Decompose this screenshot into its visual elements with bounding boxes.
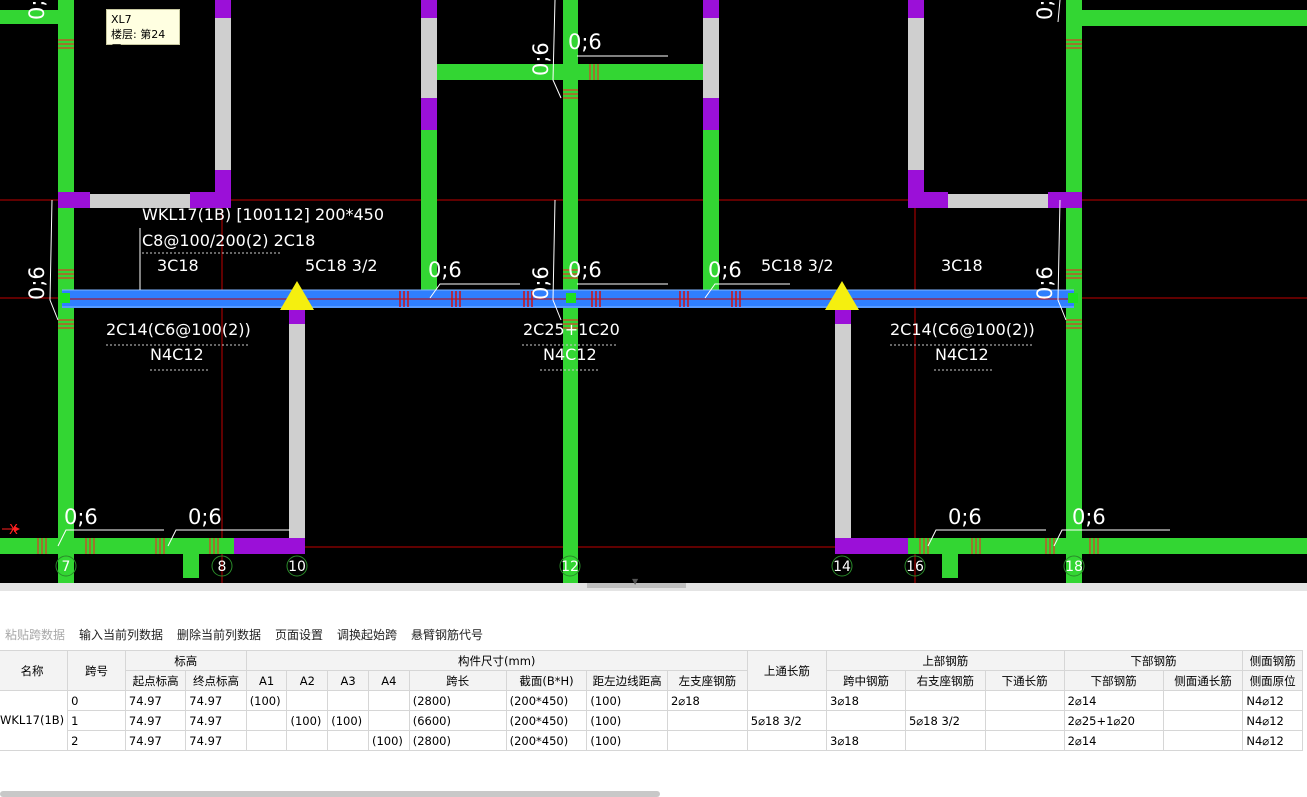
top-mid-right-rebar: 5C18 3/2 xyxy=(761,256,834,275)
col-bottom-group-header: 下部钢筋 xyxy=(1063,650,1244,671)
svg-text:0;6: 0;6 xyxy=(529,266,553,300)
col-bottom-long: 下通长筋 xyxy=(984,670,1065,691)
col-mid-span: 跨中钢筋 xyxy=(826,670,906,691)
col-left-support: 左支座钢筋 xyxy=(666,670,748,691)
top-mid-left-rebar: 5C18 3/2 xyxy=(305,256,378,275)
col-a3: A3 xyxy=(327,670,369,691)
svg-text:0;6: 0;6 xyxy=(1072,505,1106,529)
bottom-left-rebar: 2C14(C6@100(2)) xyxy=(106,320,251,339)
col-side-group-header: 侧面钢筋 xyxy=(1242,650,1303,671)
svg-text:0;6: 0;6 xyxy=(25,0,49,20)
svg-text:0;6: 0;6 xyxy=(188,505,222,529)
col-a2: A2 xyxy=(286,670,329,691)
span-table: 名称 跨号 标高 构件尺寸(mm) 上通长筋 上部钢筋 下部钢筋 侧面钢筋 起点… xyxy=(0,650,1303,751)
svg-text:8: 8 xyxy=(218,559,227,575)
col-bottom: 下部钢筋 xyxy=(1063,670,1164,691)
input-column-button[interactable]: 输入当前列数据 xyxy=(79,626,163,643)
svg-text:12: 12 xyxy=(561,559,579,575)
beam-label: WKL17(1B) [100112] 200*450 xyxy=(142,205,384,224)
col-a1: A1 xyxy=(245,670,288,691)
col-top-group-header: 上部钢筋 xyxy=(826,650,1065,671)
col-side-orig: 侧面原位 xyxy=(1242,670,1303,691)
svg-text:7: 7 xyxy=(62,559,71,575)
col-section: 截面(B*H) xyxy=(505,670,588,691)
col-name-header: 名称 xyxy=(0,650,69,691)
col-elev-end: 终点标高 xyxy=(185,670,247,691)
tooltip-element-name: XL7 xyxy=(111,13,132,26)
col-elev-start: 起点标高 xyxy=(124,670,187,691)
top-right-rebar: 3C18 xyxy=(941,256,983,275)
col-elev-header: 标高 xyxy=(124,650,247,671)
header-row-1: 名称 跨号 标高 构件尺寸(mm) 上通长筋 上部钢筋 下部钢筋 侧面钢筋 xyxy=(0,650,1303,691)
cad-canvas[interactable]: WKL17(1B) [100112] 200*450 C8@100/200(2)… xyxy=(0,0,1307,583)
table-toolbar: 粘贴跨数据 输入当前列数据 删除当前列数据 页面设置 调换起始跨 悬臂钢筋代号 xyxy=(0,621,1307,645)
table-row[interactable]: 2 74.97 74.97 (100) (2800) (200*450) (10… xyxy=(0,730,1303,751)
col-top-long-header: 上通长筋 xyxy=(746,650,828,691)
svg-text:0;6: 0;6 xyxy=(1033,266,1057,300)
selected-beam[interactable] xyxy=(60,289,1078,308)
header-row-2: 起点标高 终点标高 A1 A2 A3 A4 跨长 截面(B*H) 距左边线距高 … xyxy=(0,670,1303,691)
svg-text:0;6: 0;6 xyxy=(568,30,602,54)
svg-text:0;6: 0;6 xyxy=(25,266,49,300)
chevron-down-icon[interactable]: ▼ xyxy=(632,577,638,586)
col-right-support: 右支座钢筋 xyxy=(904,670,986,691)
cad-drawing: WKL17(1B) [100112] 200*450 C8@100/200(2)… xyxy=(0,0,1307,583)
x-axis-label: X xyxy=(9,523,18,538)
svg-text:0;6: 0;6 xyxy=(529,42,553,76)
col-offset: 距左边线距高 xyxy=(586,670,668,691)
beam-name-cell[interactable]: WKL17(1B) xyxy=(0,690,69,751)
side-right-rebar: N4C12 xyxy=(935,345,989,364)
hover-tooltip: XL7 楼层: 第24层 xyxy=(106,9,180,56)
col-size-header: 构件尺寸(mm) xyxy=(245,650,748,671)
svg-text:10: 10 xyxy=(288,559,306,575)
cantilever-code-button[interactable]: 悬臂钢筋代号 xyxy=(411,626,483,643)
side-mid-rebar: N4C12 xyxy=(543,345,597,364)
beam-stirrup-label: C8@100/200(2) 2C18 xyxy=(142,231,315,250)
grid-axis-markers: 7 8 10 12 14 16 18 xyxy=(55,555,1085,577)
svg-text:0;6: 0;6 xyxy=(428,258,462,282)
swap-start-span-button[interactable]: 调换起始跨 xyxy=(337,626,397,643)
table-row[interactable]: 1 74.97 74.97 (100) (100) (6600) (200*45… xyxy=(0,710,1303,731)
svg-text:14: 14 xyxy=(833,559,851,575)
col-span-header: 跨号 xyxy=(67,650,126,691)
delete-column-button[interactable]: 删除当前列数据 xyxy=(177,626,261,643)
svg-text:0;6: 0;6 xyxy=(948,505,982,529)
bottom-mid-rebar: 2C25+1C20 xyxy=(523,320,620,339)
top-left-rebar: 3C18 xyxy=(157,256,199,275)
side-left-rebar: N4C12 xyxy=(150,345,204,364)
page-setup-button[interactable]: 页面设置 xyxy=(275,626,323,643)
svg-text:0;6: 0;6 xyxy=(64,505,98,529)
bottom-right-rebar: 2C14(C6@100(2)) xyxy=(890,320,1035,339)
paste-span-button[interactable]: 粘贴跨数据 xyxy=(5,626,65,643)
svg-text:0;6: 0;6 xyxy=(568,258,602,282)
col-length: 跨长 xyxy=(408,670,507,691)
svg-text:18: 18 xyxy=(1065,559,1083,575)
tooltip-floor: 楼层: 第24层 xyxy=(111,28,166,56)
col-a4: A4 xyxy=(367,670,410,691)
horizontal-scrollbar[interactable] xyxy=(0,791,660,797)
table-row[interactable]: WKL17(1B) 0 74.97 74.97 (100) (2800) (20… xyxy=(0,690,1303,751)
col-side-long: 侧面通长筋 xyxy=(1162,670,1244,691)
svg-text:0;6: 0;6 xyxy=(708,258,742,282)
svg-text:0;6: 0;6 xyxy=(1033,0,1057,20)
svg-text:16: 16 xyxy=(906,559,924,575)
